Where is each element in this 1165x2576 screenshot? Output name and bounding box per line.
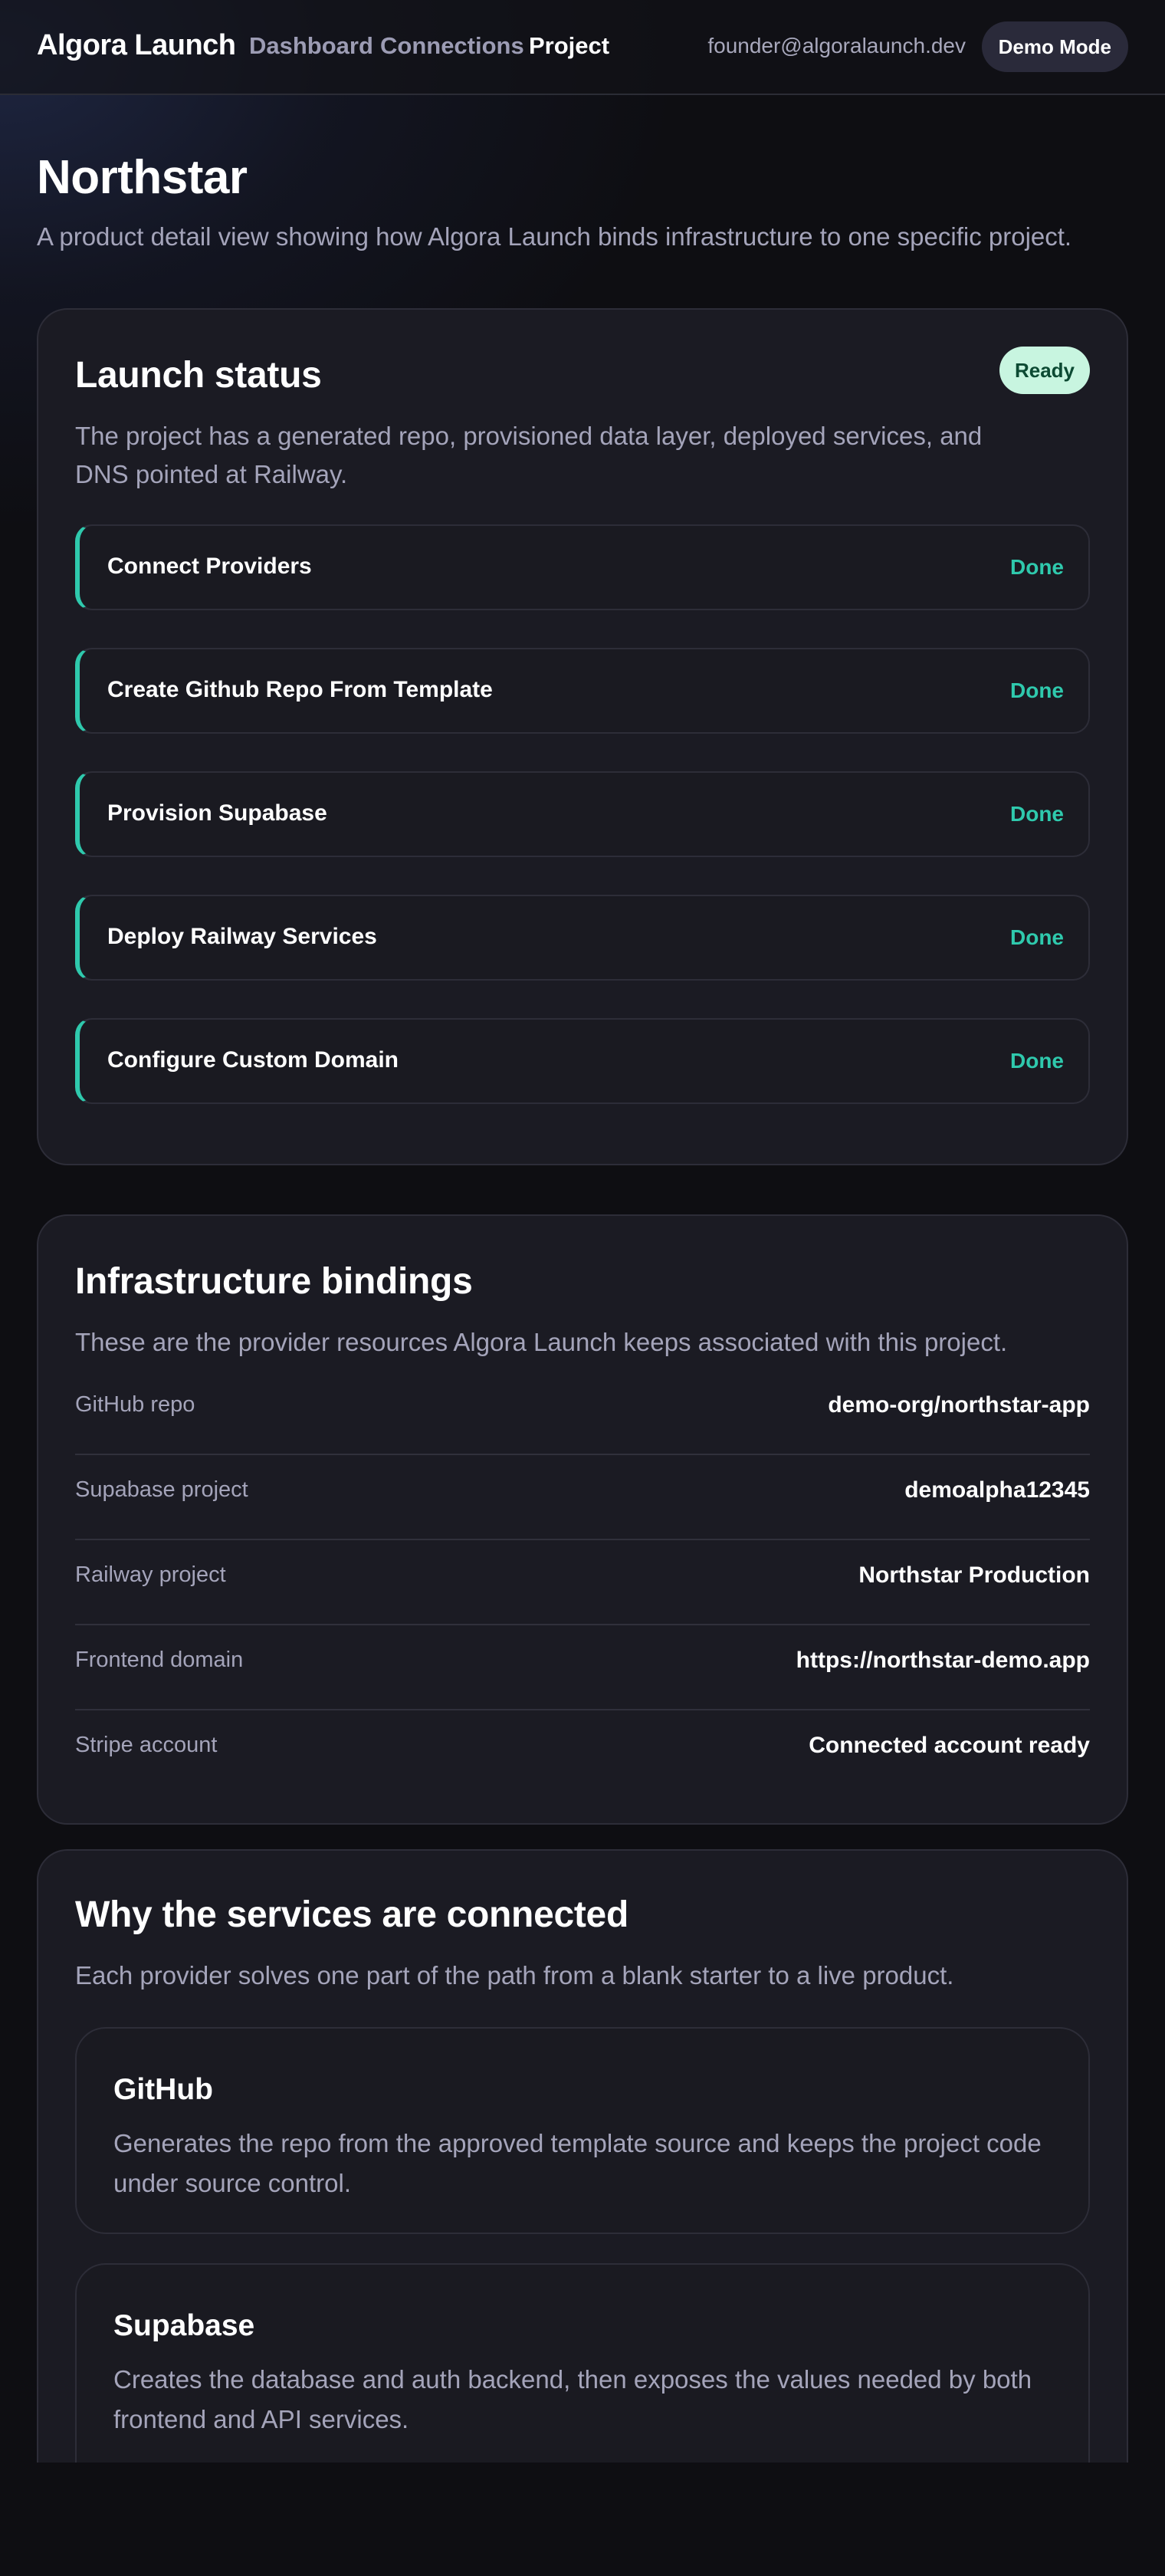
launch-step-status: Done bbox=[1010, 555, 1064, 579]
why-description: Each provider solves one part of the pat… bbox=[75, 1961, 954, 1990]
service-name: Supabase bbox=[113, 2309, 255, 2342]
launch-step-name: Configure Custom Domain bbox=[107, 1047, 399, 1073]
bindings-title: Infrastructure bindings bbox=[75, 1261, 473, 1302]
binding-row-stripe: Stripe account Connected account ready bbox=[75, 1711, 1090, 1796]
launch-status-description: The project has a generated repo, provis… bbox=[75, 422, 983, 488]
launch-step-name: Connect Providers bbox=[107, 554, 312, 579]
nav-link-dashboard[interactable]: Dashboard bbox=[249, 32, 373, 60]
launch-step-status: Done bbox=[1010, 925, 1064, 949]
launch-step-status: Done bbox=[1010, 802, 1064, 826]
binding-value: demo-org/northstar-app bbox=[828, 1392, 1090, 1418]
binding-row-supabase: Supabase project demoalpha12345 bbox=[75, 1456, 1090, 1540]
launch-step: Connect Providers Done bbox=[75, 524, 1090, 610]
binding-label: Supabase project bbox=[75, 1477, 248, 1502]
infrastructure-bindings-card: Infrastructure bindings These are the pr… bbox=[37, 1214, 1128, 1825]
user-email: founder@algoralaunch.dev bbox=[707, 34, 966, 58]
launch-step: Provision Supabase Done bbox=[75, 771, 1090, 857]
launch-step-name: Create Github Repo From Template bbox=[107, 677, 493, 702]
launch-step-status: Done bbox=[1010, 1049, 1064, 1073]
binding-row-github: GitHub repo demo-org/northstar-app bbox=[75, 1371, 1090, 1455]
launch-status-title: Launch status bbox=[75, 355, 322, 396]
service-card-supabase: Supabase Creates the database and auth b… bbox=[75, 2263, 1090, 2463]
nav-link-connections[interactable]: Connections bbox=[380, 32, 524, 60]
service-card-github: GitHub Generates the repo from the appro… bbox=[75, 2027, 1090, 2234]
service-description: Generates the repo from the approved tem… bbox=[113, 2129, 1042, 2197]
binding-row-railway: Railway project Northstar Production bbox=[75, 1541, 1090, 1625]
launch-step: Deploy Railway Services Done bbox=[75, 895, 1090, 981]
demo-mode-button[interactable]: Demo Mode bbox=[981, 21, 1128, 72]
launch-step-status: Done bbox=[1010, 678, 1064, 702]
launch-status-card: Launch status Ready The project has a ge… bbox=[37, 308, 1128, 1165]
launch-step-name: Provision Supabase bbox=[107, 800, 327, 826]
status-badge: Ready bbox=[999, 347, 1090, 394]
page-title: Northstar bbox=[37, 151, 248, 204]
binding-label: Frontend domain bbox=[75, 1648, 244, 1672]
service-description: Creates the database and auth backend, t… bbox=[113, 2365, 1032, 2433]
brand-logo-text[interactable]: Algora Launch bbox=[37, 29, 236, 62]
binding-row-frontend-domain: Frontend domain https://northstar-demo.a… bbox=[75, 1626, 1090, 1710]
why-services-card: Why the services are connected Each prov… bbox=[37, 1849, 1128, 2463]
page-subtitle: A product detail view showing how Algora… bbox=[37, 222, 1072, 251]
bindings-description: These are the provider resources Algora … bbox=[75, 1328, 1008, 1356]
binding-label: Stripe account bbox=[75, 1733, 218, 1757]
launch-step: Create Github Repo From Template Done bbox=[75, 648, 1090, 734]
top-navigation-bar: Algora Launch Dashboard Connections Proj… bbox=[0, 0, 1165, 95]
why-title: Why the services are connected bbox=[75, 1894, 628, 1935]
binding-value: Connected account ready bbox=[809, 1733, 1090, 1758]
service-name: GitHub bbox=[113, 2073, 213, 2106]
binding-value[interactable]: https://northstar-demo.app bbox=[796, 1648, 1090, 1674]
launch-step-name: Deploy Railway Services bbox=[107, 924, 377, 949]
binding-label: Railway project bbox=[75, 1562, 226, 1587]
binding-value: Northstar Production bbox=[858, 1562, 1090, 1588]
binding-value: demoalpha12345 bbox=[904, 1477, 1090, 1503]
nav-link-project[interactable]: Project bbox=[529, 32, 609, 60]
binding-label: GitHub repo bbox=[75, 1392, 195, 1417]
launch-step: Configure Custom Domain Done bbox=[75, 1018, 1090, 1104]
